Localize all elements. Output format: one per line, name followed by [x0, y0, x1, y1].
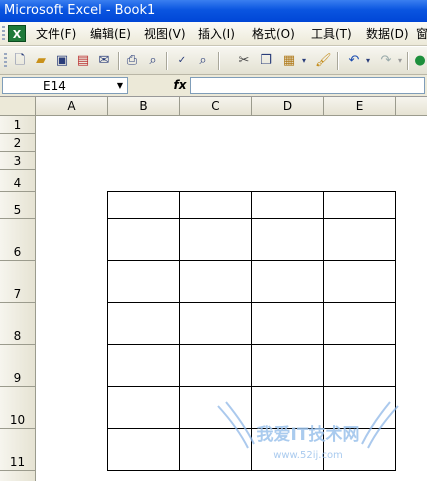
cell-d10[interactable]	[252, 387, 324, 429]
cell-b6[interactable]	[108, 219, 180, 261]
row-header-11[interactable]: 11	[0, 429, 36, 471]
open-icon[interactable]: ▰	[33, 53, 49, 69]
cell-b7[interactable]	[108, 261, 180, 303]
menu-edit[interactable]: 编辑(E)	[90, 22, 131, 46]
cell-e6[interactable]	[324, 219, 396, 261]
row-header-8[interactable]: 8	[0, 303, 36, 345]
title-bar: Microsoft Excel - Book1	[0, 0, 427, 22]
toolbar-separator	[218, 52, 220, 70]
row-header-12[interactable]	[0, 471, 36, 481]
menu-tools[interactable]: 工具(T)	[311, 22, 352, 46]
permission-icon[interactable]: ▤	[75, 53, 91, 69]
redo-dropdown-icon[interactable]: ▾	[396, 53, 404, 69]
cell-c11[interactable]	[180, 429, 252, 471]
column-header-b[interactable]: B	[108, 97, 180, 116]
row-header-10[interactable]: 10	[0, 387, 36, 429]
cell-e5[interactable]	[324, 192, 396, 219]
email-icon[interactable]: ✉	[96, 53, 112, 69]
cell-e10[interactable]	[324, 387, 396, 429]
cell-b10[interactable]	[108, 387, 180, 429]
toolbar-separator	[166, 52, 168, 70]
row-header-5[interactable]: 5	[0, 192, 36, 219]
cell-d8[interactable]	[252, 303, 324, 345]
formula-bar: E14 ▼ fx	[0, 75, 427, 97]
window-title: Microsoft Excel - Book1	[4, 3, 156, 18]
cell-e11[interactable]	[324, 429, 396, 471]
menu-data[interactable]: 数据(D)	[366, 22, 409, 46]
toolbar-grip[interactable]	[4, 53, 7, 69]
cell-b9[interactable]	[108, 345, 180, 387]
spelling-icon[interactable]: ✓	[174, 53, 190, 69]
cell-e9[interactable]	[324, 345, 396, 387]
cell-c5[interactable]	[180, 192, 252, 219]
cell-c9[interactable]	[180, 345, 252, 387]
cell-c7[interactable]	[180, 261, 252, 303]
name-box[interactable]: E14 ▼	[2, 77, 128, 94]
hyperlink-icon[interactable]: ●	[412, 53, 427, 69]
new-icon[interactable]: 🗋	[12, 53, 28, 69]
excel-icon[interactable]: X	[8, 25, 26, 42]
formula-input[interactable]	[190, 77, 425, 94]
toolbar-grip[interactable]	[2, 26, 5, 42]
menu-view[interactable]: 视图(V)	[144, 22, 186, 46]
column-header-a[interactable]: A	[36, 97, 108, 116]
column-header-c[interactable]: C	[180, 97, 252, 116]
save-icon[interactable]: ▣	[54, 53, 70, 69]
format-painter-icon[interactable]: 🖌	[315, 53, 332, 69]
cut-icon[interactable]: ✂	[236, 53, 252, 69]
cell-d5[interactable]	[252, 192, 324, 219]
column-header-e[interactable]: E	[324, 97, 396, 116]
cell-b8[interactable]	[108, 303, 180, 345]
toolbar-separator	[407, 52, 409, 70]
select-all-corner[interactable]	[0, 97, 36, 116]
worksheet-grid[interactable]: A B C D E 1 2 3 4 5 6 7 8 9 10 11	[0, 97, 427, 481]
name-box-value: E14	[43, 79, 66, 93]
paste-icon[interactable]: ▦	[281, 53, 297, 69]
standard-toolbar: 🗋 ▰ ▣ ▤ ✉ ⎙ ⌕ ✓ ⌕ ✂ ❐ ▦ ▾ 🖌 ↶ ▾ ↷ ▾ ●	[0, 47, 427, 75]
row-header-9[interactable]: 9	[0, 345, 36, 387]
cell-e7[interactable]	[324, 261, 396, 303]
cell-c6[interactable]	[180, 219, 252, 261]
paste-dropdown-icon[interactable]: ▾	[300, 53, 308, 69]
redo-icon[interactable]: ↷	[378, 53, 394, 69]
cell-d7[interactable]	[252, 261, 324, 303]
column-header-f[interactable]	[396, 97, 427, 116]
cell-c8[interactable]	[180, 303, 252, 345]
menu-file[interactable]: 文件(F)	[36, 22, 76, 46]
research-icon[interactable]: ⌕	[195, 53, 211, 69]
cell-b5[interactable]	[108, 192, 180, 219]
copy-icon[interactable]: ❐	[258, 53, 274, 69]
row-header-2[interactable]: 2	[0, 134, 36, 152]
cell-d6[interactable]	[252, 219, 324, 261]
print-icon[interactable]: ⎙	[124, 53, 140, 69]
row-header-3[interactable]: 3	[0, 152, 36, 170]
cell-d11[interactable]	[252, 429, 324, 471]
insert-function-button[interactable]: fx	[170, 77, 190, 94]
column-header-d[interactable]: D	[252, 97, 324, 116]
menu-bar: X 文件(F) 编辑(E) 视图(V) 插入(I) 格式(O) 工具(T) 数据…	[0, 22, 427, 46]
row-header-4[interactable]: 4	[0, 170, 36, 192]
menu-insert[interactable]: 插入(I)	[198, 22, 235, 46]
cell-c10[interactable]	[180, 387, 252, 429]
toolbar-separator	[337, 52, 339, 70]
menu-format[interactable]: 格式(O)	[252, 22, 295, 46]
cell-b11[interactable]	[108, 429, 180, 471]
undo-icon[interactable]: ↶	[346, 53, 362, 69]
toolbar-separator	[118, 52, 120, 70]
cell-e8[interactable]	[324, 303, 396, 345]
undo-dropdown-icon[interactable]: ▾	[364, 53, 372, 69]
row-header-7[interactable]: 7	[0, 261, 36, 303]
cell-d9[interactable]	[252, 345, 324, 387]
print-preview-icon[interactable]: ⌕	[145, 53, 161, 69]
chevron-down-icon[interactable]: ▼	[113, 78, 127, 93]
menu-window[interactable]: 窗	[416, 22, 427, 46]
row-header-1[interactable]: 1	[0, 116, 36, 134]
row-header-6[interactable]: 6	[0, 219, 36, 261]
